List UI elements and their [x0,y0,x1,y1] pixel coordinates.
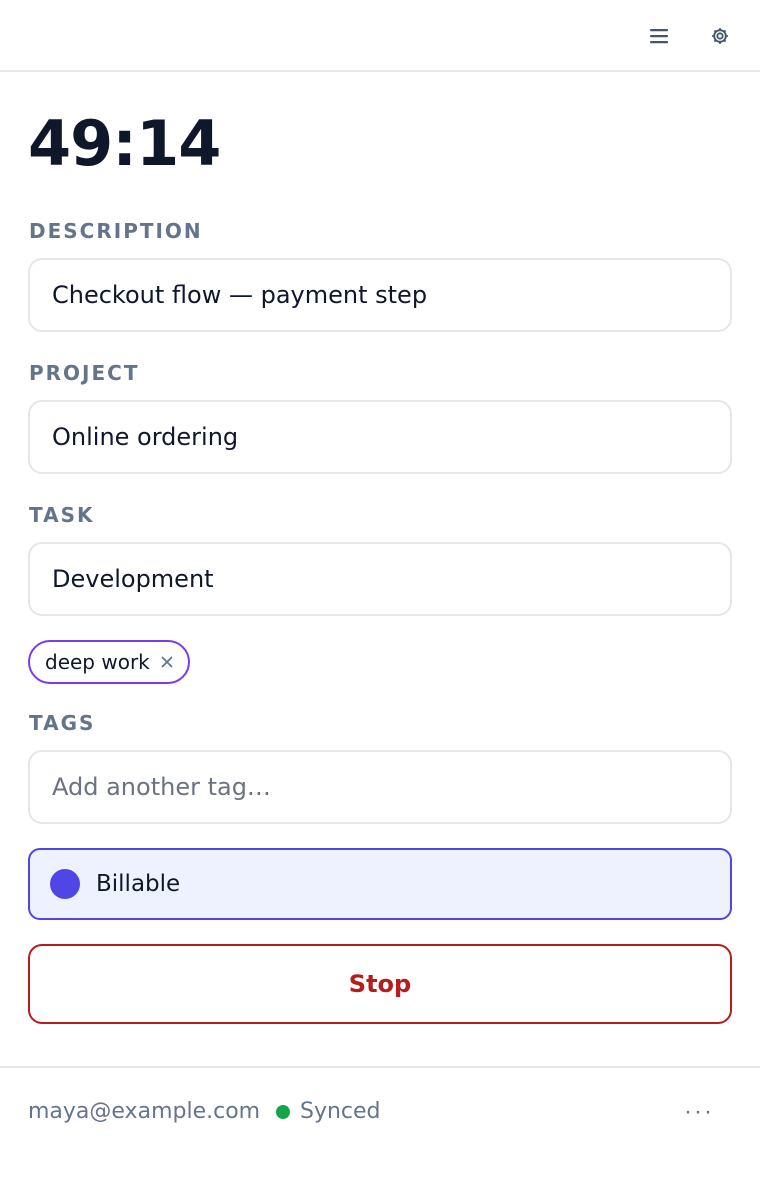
task-input[interactable] [28,542,732,616]
menu-button[interactable] [641,18,677,54]
settings-button[interactable] [702,18,738,54]
stop-button[interactable]: Stop [28,944,732,1024]
task-label: TASK [29,503,95,527]
project-label: PROJECT [29,361,140,385]
more-options-button[interactable]: ··· [680,1096,718,1128]
footer: maya@example.com Synced ··· [0,1066,760,1200]
close-icon [161,656,173,668]
tag-chip: deep work [28,640,190,684]
sync-status-dot [276,1104,290,1119]
toolbar [0,0,760,72]
tag-input[interactable] [28,750,732,824]
timer-display: 49:14 [28,107,221,180]
billable-toggle[interactable]: Billable [28,848,732,920]
tags-label: TAGS [29,711,96,735]
account-email: maya@example.com [28,1099,261,1124]
sync-status: Synced [276,1099,381,1124]
gear-icon [712,28,728,44]
tag-chip-label: deep work [45,650,150,674]
billable-indicator [50,869,80,899]
description-input[interactable] [28,258,732,332]
description-label: DESCRIPTION [29,219,203,243]
project-input[interactable] [28,400,732,474]
sync-status-label: Synced [300,1099,381,1124]
remove-tag-button[interactable] [160,655,174,669]
menu-icon [650,29,668,44]
billable-label: Billable [96,871,181,897]
timer-app: 49:14 DESCRIPTION PROJECT TASK deep work… [0,0,760,1200]
